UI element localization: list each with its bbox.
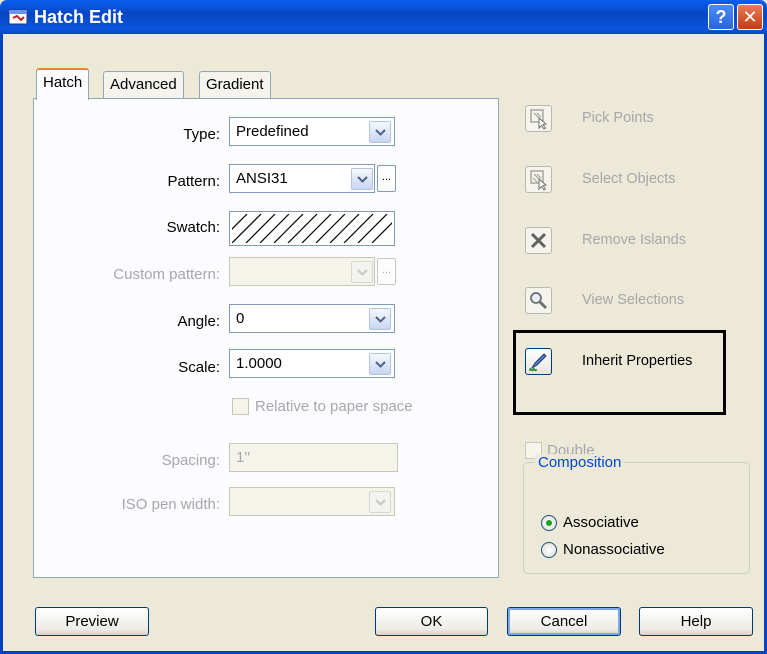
associative-radio[interactable]	[541, 515, 557, 531]
help-button[interactable]: Help	[639, 607, 753, 636]
chevron-down-icon	[375, 499, 386, 506]
view-selections-button[interactable]	[525, 287, 552, 314]
relative-paper-space-label: Relative to paper space	[255, 398, 413, 415]
hatch-swatch-pattern	[217, 213, 402, 244]
iso-pen-width-dropdown-button[interactable]	[369, 491, 391, 513]
chevron-down-icon	[357, 176, 368, 183]
radio-selected-dot	[546, 520, 552, 526]
paintbrush-icon	[529, 353, 547, 372]
magnifier-icon	[530, 292, 548, 310]
scale-value: 1.0000	[236, 355, 282, 372]
pick-points-button[interactable]	[525, 105, 552, 132]
chevron-down-icon	[375, 361, 386, 368]
select-objects-label: Select Objects	[582, 171, 676, 187]
angle-label: Angle:	[177, 313, 220, 330]
angle-value: 0	[236, 310, 245, 327]
remove-islands-label: Remove Islands	[582, 232, 686, 248]
remove-islands-button[interactable]	[525, 227, 552, 254]
spacing-input[interactable]: 1''	[229, 443, 398, 472]
custom-pattern-label: Custom pattern:	[113, 266, 220, 283]
nonassociative-label: Nonassociative	[563, 541, 665, 558]
window-title: Hatch Edit	[34, 7, 124, 27]
ok-button[interactable]: OK	[375, 607, 488, 636]
chevron-down-icon	[375, 316, 386, 323]
type-value: Predefined	[236, 123, 309, 140]
chevron-down-icon	[357, 269, 368, 276]
inherit-properties-label: Inherit Properties	[582, 353, 693, 369]
swatch-preview[interactable]	[217, 211, 402, 246]
cancel-button[interactable]: Cancel	[507, 607, 621, 636]
custom-pattern-browse-button[interactable]: ...	[377, 258, 396, 285]
iso-pen-width-label: ISO pen width:	[121, 496, 220, 513]
pattern-value: ANSI31	[236, 170, 288, 187]
scale-dropdown-button[interactable]	[369, 353, 391, 375]
nonassociative-radio[interactable]	[541, 542, 557, 558]
title-bar[interactable]: Hatch Edit ? ✕	[0, 0, 767, 34]
pick-points-icon	[530, 109, 548, 130]
view-selections-label: View Selections	[582, 292, 685, 308]
chevron-down-icon	[375, 129, 386, 136]
tab-advanced[interactable]: Advanced	[103, 71, 184, 98]
tab-hatch[interactable]: Hatch	[36, 68, 90, 100]
type-dropdown-button[interactable]	[369, 121, 391, 143]
custom-pattern-dropdown-button[interactable]	[351, 261, 373, 283]
app-icon	[8, 7, 28, 27]
pick-points-label: Pick Points	[582, 110, 654, 126]
tab-gradient[interactable]: Gradient	[199, 71, 271, 98]
swatch-label: Swatch:	[166, 219, 220, 236]
preview-button[interactable]: Preview	[35, 607, 149, 636]
remove-islands-icon	[530, 232, 547, 249]
type-label: Type:	[183, 126, 220, 143]
pattern-label: Pattern:	[167, 173, 220, 190]
scale-label: Scale:	[178, 359, 220, 376]
spacing-label: Spacing:	[161, 452, 220, 469]
pattern-dropdown-button[interactable]	[351, 168, 373, 190]
relative-paper-space-checkbox[interactable]	[232, 398, 249, 415]
select-objects-icon	[530, 170, 548, 191]
inherit-properties-button[interactable]	[525, 348, 552, 375]
composition-title: Composition	[535, 454, 625, 471]
spacing-value: 1''	[236, 449, 251, 466]
angle-dropdown-button[interactable]	[369, 308, 391, 330]
help-title-button[interactable]: ?	[708, 4, 734, 30]
associative-label: Associative	[563, 514, 639, 531]
pattern-browse-button[interactable]: ...	[377, 165, 396, 192]
select-objects-button[interactable]	[525, 166, 552, 193]
close-button[interactable]: ✕	[737, 4, 763, 30]
